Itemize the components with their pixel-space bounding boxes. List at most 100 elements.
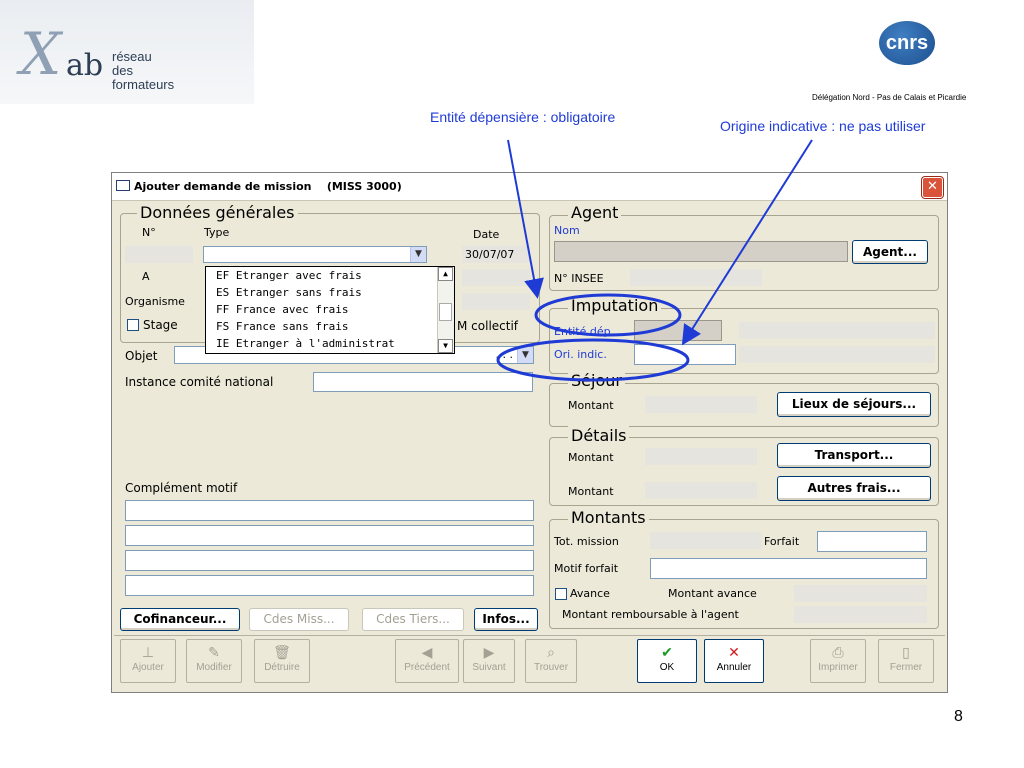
complement-line-3[interactable] — [125, 550, 534, 571]
entite-desc-field[interactable] — [739, 322, 935, 339]
insee-label: N° INSEE — [554, 272, 604, 285]
window-titlebar: Ajouter demande de mission (MISS 3000) ✕ — [112, 173, 947, 201]
complement-line-4[interactable] — [125, 575, 534, 596]
instance-label: Instance comité national — [125, 375, 274, 389]
chevron-down-icon[interactable]: ▼ — [517, 347, 533, 363]
origine-desc-field[interactable] — [739, 346, 935, 363]
details-montant-label-2: Montant — [568, 485, 614, 498]
type-option-ie[interactable]: IE Etranger à l'administrat — [216, 337, 395, 350]
cdes-tiers-button[interactable]: Cdes Tiers... — [362, 608, 464, 631]
precedent-button[interactable]: ◀ Précédent — [395, 639, 459, 683]
annotation-origine: Origine indicative : ne pas utiliser — [720, 118, 926, 134]
complement-label: Complément motif — [125, 481, 238, 495]
detruire-button[interactable]: 🗑 Détruire — [254, 639, 310, 683]
imputation-group-title: Imputation — [568, 296, 662, 315]
complement-line-2[interactable] — [125, 525, 534, 546]
precedent-label: Précédent — [404, 662, 450, 673]
forfait-label: Forfait — [764, 535, 800, 548]
details-montant-field-2[interactable] — [645, 482, 757, 499]
cofinanceur-button[interactable]: Cofinanceur... — [120, 608, 240, 631]
organisme-field-right[interactable] — [462, 293, 530, 310]
type-option-ef[interactable]: EF Etranger avec frais — [216, 269, 362, 282]
dropdown-scrollbar[interactable]: ▲ ▼ — [437, 267, 454, 353]
a-field-right[interactable] — [462, 269, 530, 286]
nom-field[interactable] — [554, 241, 848, 262]
imprimer-button[interactable]: ⎙ Imprimer — [810, 639, 866, 683]
motif-forfait-input[interactable] — [650, 558, 927, 579]
xlab-logo-subtitle: réseau des formateurs — [112, 50, 174, 92]
mission-request-window: Ajouter demande de mission (MISS 3000) ✕… — [111, 172, 948, 693]
stage-checkbox[interactable] — [127, 319, 139, 331]
xlab-logo: X ab réseau des formateurs — [0, 0, 254, 104]
type-option-ff[interactable]: FF France avec frais — [216, 303, 348, 316]
remboursable-label: Montant remboursable à l'agent — [562, 608, 739, 621]
avance-checkbox[interactable] — [555, 588, 567, 600]
xlab-logo-x-glyph: X — [20, 20, 61, 88]
annuler-button[interactable]: ✕ Annuler — [704, 639, 764, 683]
complement-line-1[interactable] — [125, 500, 534, 521]
sejour-montant-field[interactable] — [645, 396, 757, 413]
stage-label: Stage — [143, 318, 178, 332]
modifier-button[interactable]: ✎ Modifier — [186, 639, 242, 683]
tot-mission-field[interactable] — [650, 532, 762, 549]
origine-field[interactable] — [634, 344, 736, 365]
cdes-miss-button[interactable]: Cdes Miss... — [249, 608, 349, 631]
xlab-logo-line-1: réseau — [112, 49, 152, 64]
window-icon — [116, 180, 130, 191]
details-montant-field-1[interactable] — [645, 448, 757, 465]
imprimer-label: Imprimer — [818, 662, 858, 673]
agent-button[interactable]: Agent... — [852, 240, 928, 264]
chevron-down-icon[interactable]: ▼ — [410, 247, 426, 262]
organisme-label: Organisme — [125, 295, 185, 308]
num-field[interactable] — [125, 246, 193, 263]
xlab-logo-brand: ab — [66, 48, 104, 83]
scroll-down-icon[interactable]: ▼ — [438, 339, 453, 353]
type-label: Type — [204, 226, 230, 239]
ajouter-button[interactable]: ⊥ Ajouter — [120, 639, 176, 683]
montant-avance-field[interactable] — [794, 585, 927, 602]
entite-field[interactable] — [634, 320, 722, 341]
a-label: A — [142, 270, 150, 283]
agent-group-title: Agent — [568, 203, 622, 222]
details-montant-label-1: Montant — [568, 451, 614, 464]
instance-input[interactable] — [313, 372, 533, 392]
fermer-button[interactable]: ▯ Fermer — [878, 639, 934, 683]
ok-button[interactable]: ✔ OK — [637, 639, 697, 683]
transport-button[interactable]: Transport... — [777, 443, 931, 468]
type-option-fs[interactable]: FS France sans frais — [216, 320, 348, 333]
delegation-caption: Délégation Nord - Pas de Calais et Picar… — [812, 93, 967, 102]
scroll-up-icon[interactable]: ▲ — [438, 267, 453, 281]
suivant-button[interactable]: ▶ Suivant — [463, 639, 515, 683]
lieux-sejours-button[interactable]: Lieux de séjours... — [777, 392, 931, 417]
xlab-logo-line-2: des formateurs — [112, 63, 175, 92]
previous-icon: ◀ — [421, 644, 433, 660]
sejour-montant-label: Montant — [568, 399, 614, 412]
close-button[interactable]: ✕ — [922, 177, 943, 198]
door-icon: ▯ — [902, 644, 910, 660]
autres-frais-button[interactable]: Autres frais... — [777, 476, 931, 501]
imputation-group — [549, 308, 939, 374]
nom-label: Nom — [554, 224, 580, 237]
modifier-label: Modifier — [196, 662, 232, 673]
sejour-group-title: Séjour — [568, 371, 625, 390]
detruire-label: Détruire — [264, 662, 300, 673]
date-field[interactable]: 30/07/07 — [462, 246, 530, 263]
scroll-thumb[interactable] — [439, 303, 452, 321]
type-dropdown-list[interactable]: EF Etranger avec frais ES Etranger sans … — [205, 266, 455, 354]
annuler-label: Annuler — [716, 662, 752, 673]
avance-label: Avance — [570, 587, 610, 600]
type-combo[interactable]: ▼ — [203, 246, 427, 263]
fermer-label: Fermer — [889, 662, 923, 673]
insee-field[interactable] — [630, 269, 762, 286]
type-option-es[interactable]: ES Etranger sans frais — [216, 286, 362, 299]
check-icon: ✔ — [661, 644, 673, 660]
infos-button[interactable]: Infos... — [474, 608, 538, 631]
page-number: 8 — [954, 708, 963, 725]
next-icon: ▶ — [483, 644, 495, 660]
cnrs-logo: cnrs — [879, 21, 935, 65]
general-data-title: Données générales — [137, 203, 298, 222]
objet-dots: . . . — [495, 348, 513, 361]
remboursable-field[interactable] — [794, 606, 927, 623]
forfait-input[interactable] — [817, 531, 927, 552]
trouver-button[interactable]: ⌕ Trouver — [525, 639, 577, 683]
